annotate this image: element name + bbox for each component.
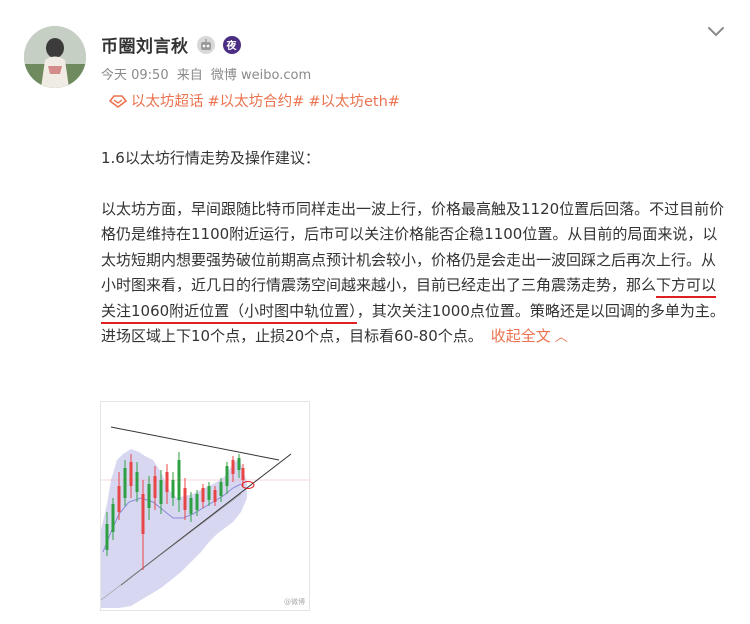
post-paragraph: 以太坊方面，早间跟随比特币同样走出一波上行，价格最高触及1120位置后回落。不过… xyxy=(101,197,727,351)
post-text: 以太坊方面，早间跟随比特币同样走出一波上行，价格最高触及1120位置后回落。不过… xyxy=(101,199,725,295)
post-source: 微博 weibo.com xyxy=(210,68,312,83)
chevron-up-icon[interactable]: ︿ xyxy=(555,330,568,345)
source-prefix: 来自 xyxy=(176,68,203,83)
post-body: 1.6以太坊行情走势及操作建议： 以太坊方面，早间跟随比特币同样走出一波上行，价… xyxy=(101,146,727,351)
candlestick-chart-image xyxy=(101,402,309,610)
avatar-image xyxy=(24,26,86,88)
avatar[interactable] xyxy=(24,26,86,88)
topic-links: 以太坊超话 #以太坊合约# #以太坊eth# xyxy=(109,90,400,111)
collapse-button[interactable]: 收起全文 xyxy=(491,327,551,345)
username[interactable]: 币圈刘言秋 xyxy=(101,32,189,57)
image-watermark: @微博 xyxy=(284,598,305,606)
post-meta: 今天 09:50 来自 微博 weibo.com xyxy=(101,64,315,83)
post-time[interactable]: 今天 09:50 xyxy=(101,68,169,83)
post-heading: 1.6以太坊行情走势及操作建议： xyxy=(101,149,320,167)
hashtag-link[interactable]: #以太坊合约# xyxy=(208,90,305,111)
robot-icon[interactable] xyxy=(196,35,215,54)
night-badge-icon[interactable]: 夜 xyxy=(222,35,241,54)
chart-image[interactable]: @微博 xyxy=(100,401,310,611)
hashtag-link[interactable]: #以太坊eth# xyxy=(308,90,400,111)
super-topic-icon xyxy=(109,94,127,108)
super-topic-link[interactable]: 以太坊超话 xyxy=(131,90,204,111)
chevron-down-icon[interactable] xyxy=(707,24,725,38)
